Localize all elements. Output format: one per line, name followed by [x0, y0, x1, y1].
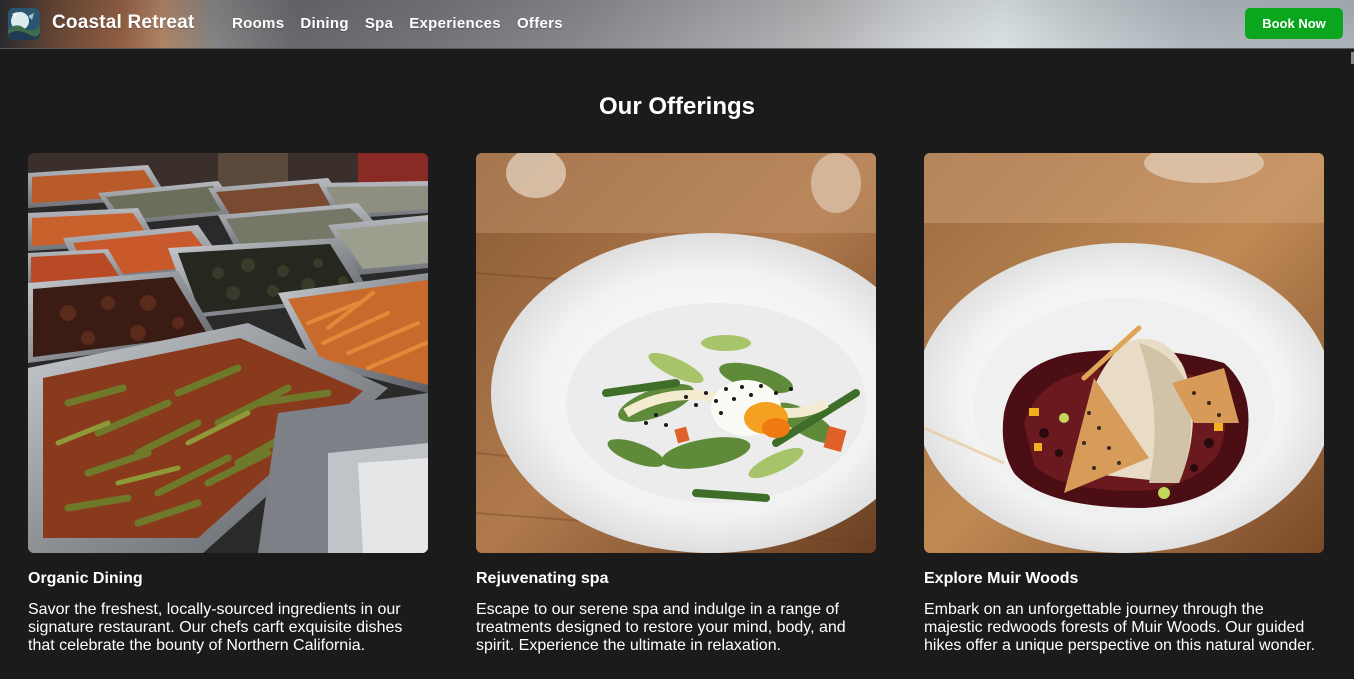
card-description-dining: Savor the freshest, locally-sourced ingr… [28, 601, 403, 654]
salad-egg-plate-image [476, 153, 876, 553]
card-title-muir-woods[interactable]: Explore Muir Woods [924, 570, 1324, 588]
card-description-muir-woods: Embark on an unforgettable journey throu… [924, 601, 1316, 654]
main-nav: Rooms Dining Spa Experiences Offers [232, 15, 579, 32]
nav-experiences[interactable]: Experiences [409, 15, 501, 32]
section-title: Our Offerings [598, 93, 755, 120]
plated-dessert-image [924, 153, 1324, 553]
nav-rooms[interactable]: Rooms [232, 15, 284, 32]
card-description-spa: Escape to our serene spa and indulge in … [476, 601, 846, 654]
offering-card-muir-woods: Explore Muir Woods Embark on an unforget… [924, 153, 1324, 655]
card-title-spa[interactable]: Rejuvenating spa [476, 570, 876, 588]
nav-spa[interactable]: Spa [365, 15, 393, 32]
nav-offers[interactable]: Offers [517, 15, 563, 32]
coastal-logo-icon[interactable] [8, 8, 40, 40]
offering-card-dining: Organic Dining Savor the freshest, local… [28, 153, 428, 655]
site-header: Coastal Retreat Rooms Dining Spa Experie… [0, 0, 1354, 49]
brand-name[interactable]: Coastal Retreat [52, 12, 194, 34]
book-now-button[interactable]: Book Now [1245, 8, 1343, 39]
card-title-dining[interactable]: Organic Dining [28, 570, 428, 588]
buffet-trays-image [28, 153, 428, 553]
offering-card-spa: Rejuvenating spa Escape to our serene sp… [476, 153, 876, 655]
nav-dining[interactable]: Dining [300, 15, 348, 32]
